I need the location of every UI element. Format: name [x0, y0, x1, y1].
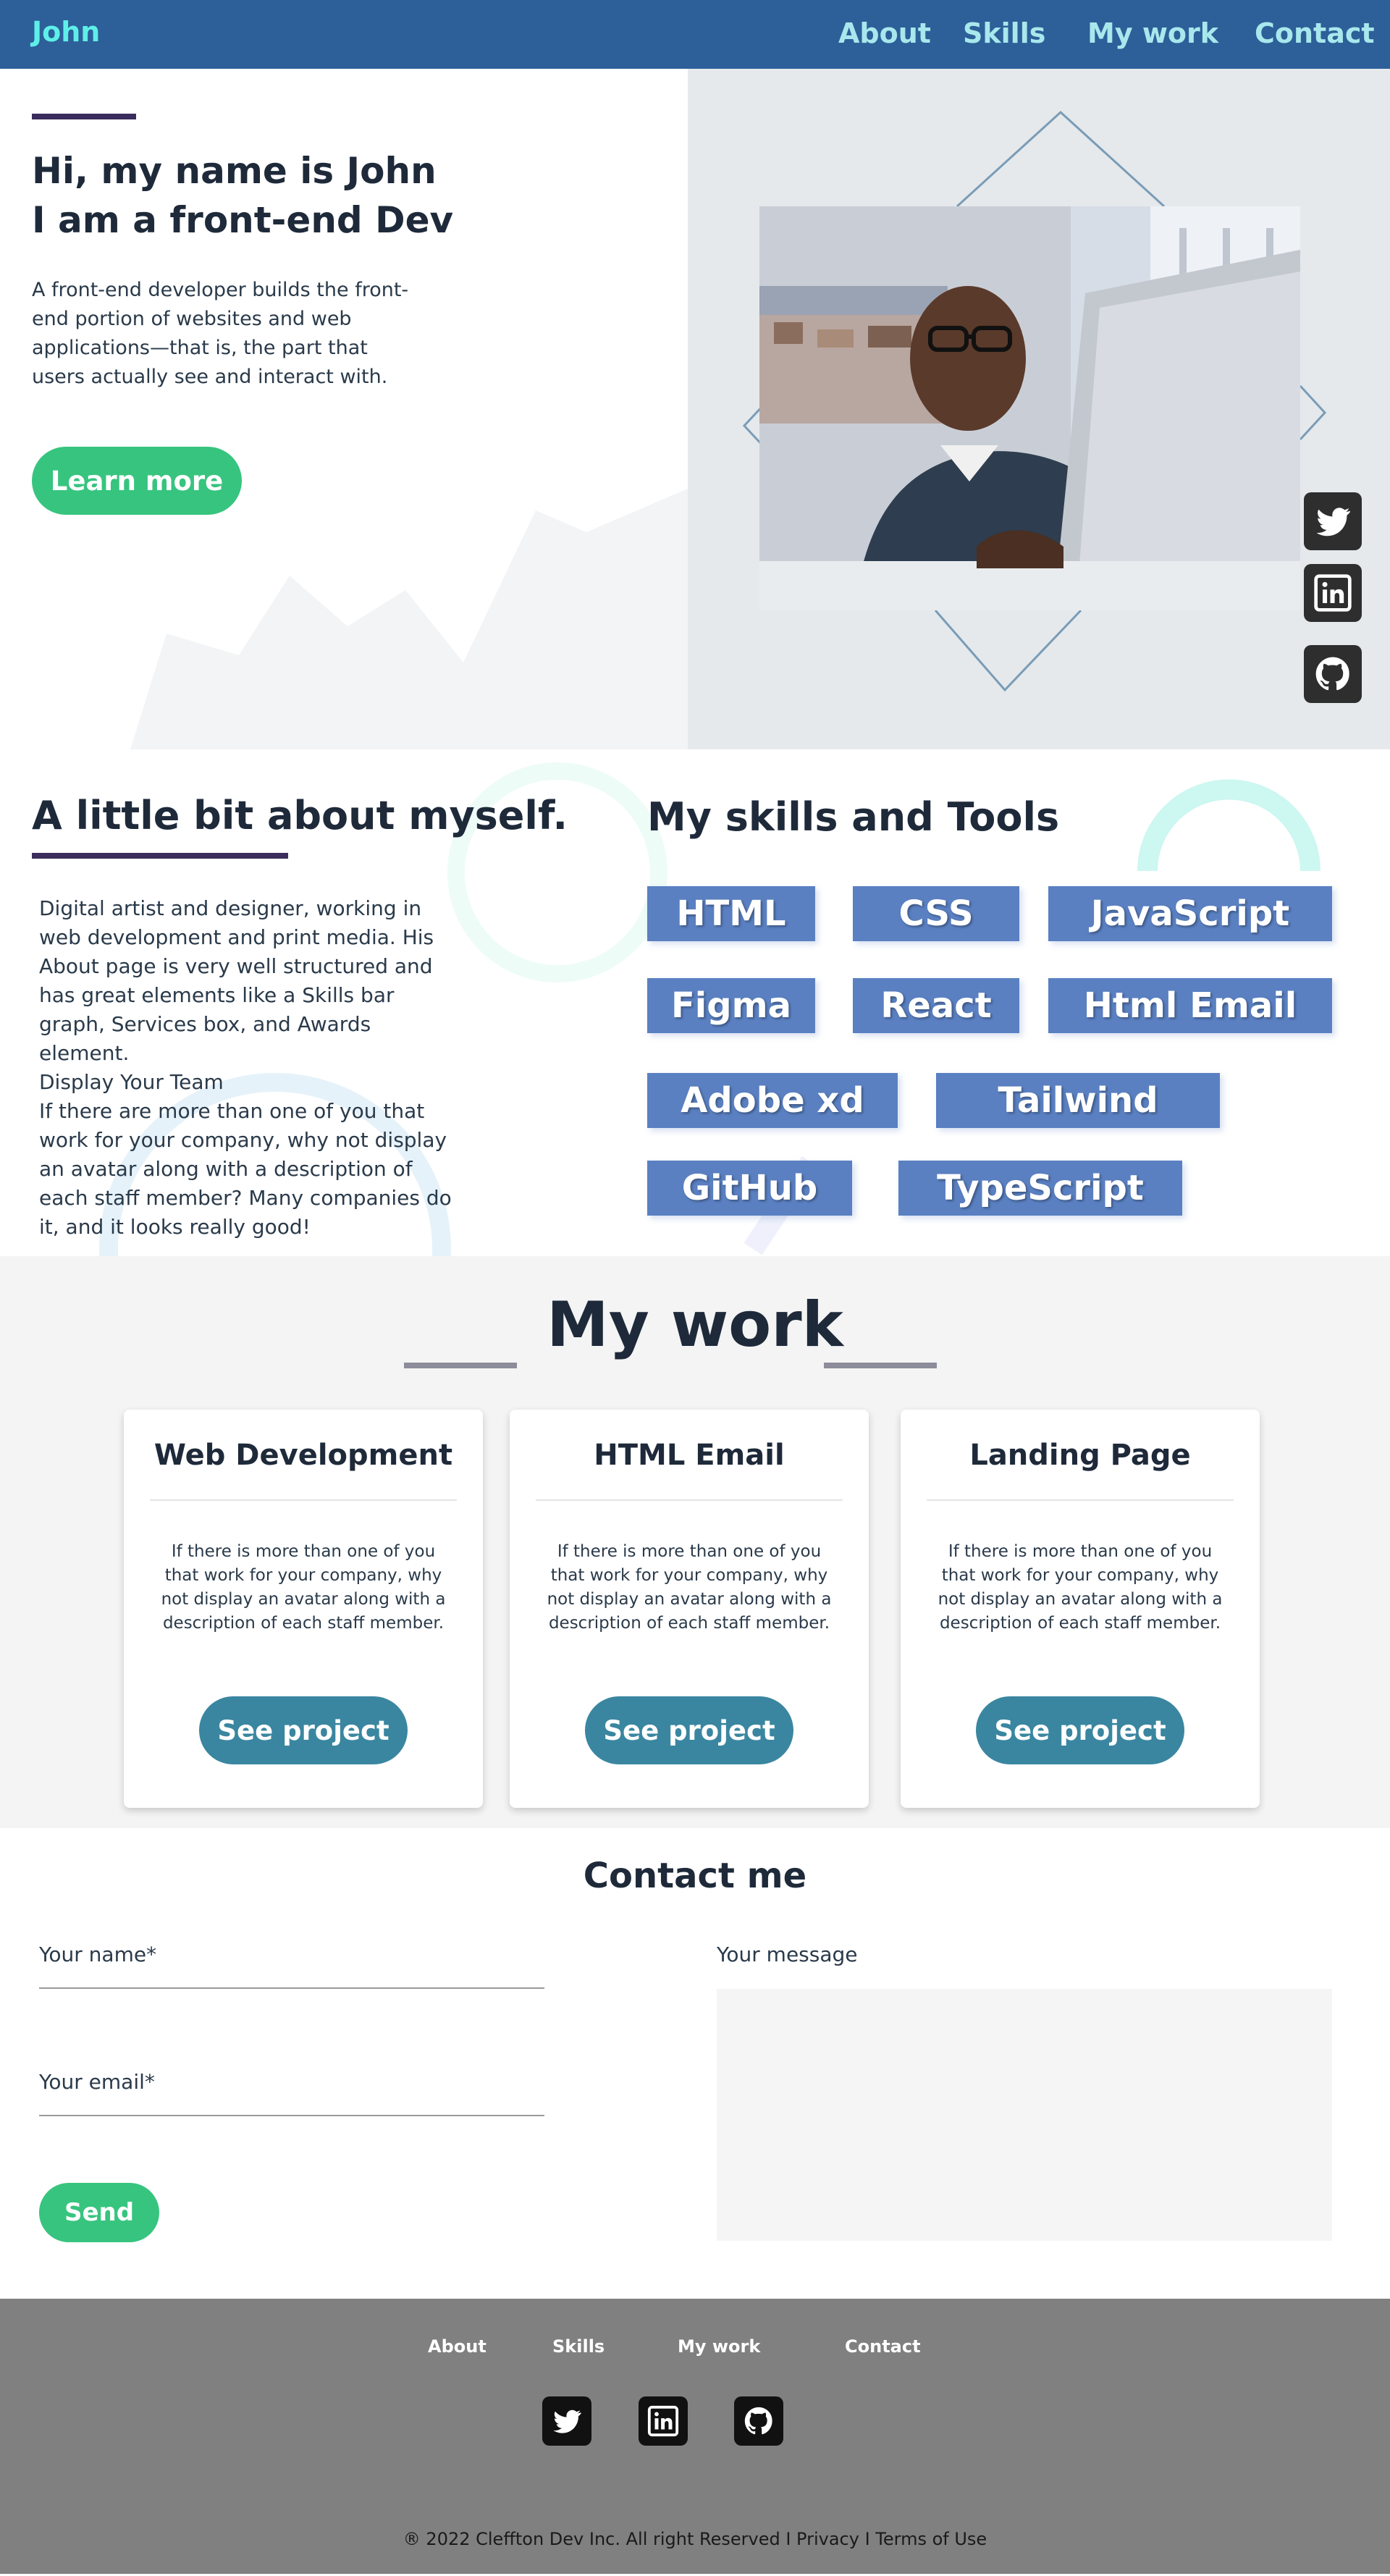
- brand-logo[interactable]: John: [32, 16, 100, 48]
- hero-accent-bar: [32, 114, 136, 119]
- linkedin-icon: [647, 2405, 679, 2437]
- skill-chip-typescript: TypeScript: [898, 1161, 1182, 1216]
- footer: About Skills My work Contact ® 2022 Clef…: [0, 2299, 1390, 2574]
- skill-chip-tailwind: Tailwind: [936, 1073, 1220, 1128]
- footer-link-my-work[interactable]: My work: [678, 2336, 760, 2357]
- github-icon: [744, 2407, 772, 2435]
- name-input[interactable]: [39, 1987, 544, 1989]
- about-title-underline: [32, 853, 288, 859]
- hero-role: I am a front-end Dev: [32, 199, 453, 241]
- message-field-label: Your message: [717, 1942, 858, 1966]
- skill-chip-javascript: JavaScript: [1048, 886, 1332, 941]
- skills-title: My skills and Tools: [647, 794, 1060, 840]
- work-card-divider: [150, 1499, 457, 1501]
- nav-link-about[interactable]: About: [838, 17, 931, 49]
- work-title-line-left: [404, 1363, 517, 1368]
- work-card-text: If there is more than one of you that wo…: [547, 1542, 832, 1633]
- work-card-title: Web Development: [153, 1439, 453, 1472]
- nav-link-contact[interactable]: Contact: [1255, 17, 1375, 49]
- skill-chip-github: GitHub: [647, 1161, 852, 1216]
- hero-role-bold: front-end Dev: [169, 199, 454, 241]
- work-title: My work: [547, 1289, 843, 1361]
- name-field-label: Your name*: [39, 1942, 157, 1966]
- email-input[interactable]: [39, 2115, 544, 2116]
- work-card-web-development: Web Development If there is more than on…: [124, 1410, 483, 1808]
- footer-linkedin-link[interactable]: [639, 2396, 688, 2446]
- see-project-button[interactable]: See project: [976, 1696, 1184, 1764]
- top-navbar: John About Skills My work Contact: [0, 0, 1390, 69]
- skill-chip-adobe-xd: Adobe xd: [647, 1073, 898, 1128]
- hero-section: Hi, my name is John I am a front-end Dev…: [0, 69, 1390, 749]
- footer-twitter-link[interactable]: [542, 2396, 591, 2446]
- about-paragraph: Digital artist and designer, working in …: [39, 896, 434, 1065]
- skill-chip-figma: Figma: [647, 978, 815, 1033]
- work-card-html-email: HTML Email If there is more than one of …: [510, 1410, 869, 1808]
- team-paragraph-body: If there are more than one of you that w…: [39, 1099, 452, 1239]
- skill-chip-html: HTML: [647, 886, 815, 941]
- footer-link-skills[interactable]: Skills: [552, 2336, 605, 2357]
- footer-link-contact[interactable]: Contact: [845, 2336, 921, 2357]
- nav-link-skills[interactable]: Skills: [963, 17, 1045, 49]
- team-paragraph-heading: Display Your Team: [39, 1070, 224, 1094]
- about-title: A little bit about myself.: [32, 793, 568, 838]
- hero-role-prefix: I am a: [32, 199, 170, 241]
- my-work-section: My work Web Development If there is more…: [0, 1256, 1390, 1828]
- learn-more-button[interactable]: Learn more: [32, 447, 242, 515]
- message-textarea[interactable]: [717, 1989, 1332, 2241]
- nav-link-my-work[interactable]: My work: [1087, 17, 1218, 49]
- work-card-text: If there is more than one of you that wo…: [161, 1542, 446, 1633]
- work-card-text: If there is more than one of you that wo…: [938, 1542, 1223, 1633]
- linkedin-icon: [1314, 574, 1352, 612]
- hero-developer-photo: [759, 206, 1300, 610]
- footer-copyright: ® 2022 Cleffton Dev Inc. All right Reser…: [403, 2529, 987, 2549]
- side-linkedin-link[interactable]: [1304, 564, 1362, 622]
- see-project-button[interactable]: See project: [199, 1696, 408, 1764]
- contact-section: Contact me Your name* Your email* Your m…: [0, 1828, 1390, 2299]
- see-project-button[interactable]: See project: [585, 1696, 793, 1764]
- about-skills-section: A little bit about myself. Digital artis…: [0, 749, 1390, 1256]
- footer-link-about[interactable]: About: [428, 2336, 486, 2357]
- twitter-icon: [1316, 508, 1351, 536]
- twitter-icon: [553, 2409, 581, 2433]
- work-card-divider: [536, 1499, 843, 1501]
- hero-description: A front-end developer builds the front-e…: [32, 279, 409, 388]
- work-card-title: HTML Email: [594, 1439, 785, 1472]
- skill-chip-css: CSS: [853, 886, 1019, 941]
- hero-greeting: Hi, my name is John: [32, 150, 437, 192]
- side-twitter-link[interactable]: [1304, 492, 1362, 550]
- work-title-line-right: [824, 1363, 937, 1368]
- work-card-landing-page: Landing Page If there is more than one o…: [901, 1410, 1260, 1808]
- send-button[interactable]: Send: [39, 2183, 159, 2242]
- contact-title: Contact me: [583, 1856, 807, 1896]
- skill-chip-html-email: Html Email: [1048, 978, 1332, 1033]
- skill-chip-react: React: [853, 978, 1019, 1033]
- email-field-label: Your email*: [39, 2070, 155, 2094]
- github-icon: [1315, 657, 1349, 691]
- footer-github-link[interactable]: [734, 2396, 783, 2446]
- work-card-title: Landing Page: [969, 1439, 1191, 1472]
- team-paragraph: Display Your Team If there are more than…: [39, 1068, 452, 1242]
- work-card-divider: [927, 1499, 1234, 1501]
- side-github-link[interactable]: [1304, 645, 1362, 703]
